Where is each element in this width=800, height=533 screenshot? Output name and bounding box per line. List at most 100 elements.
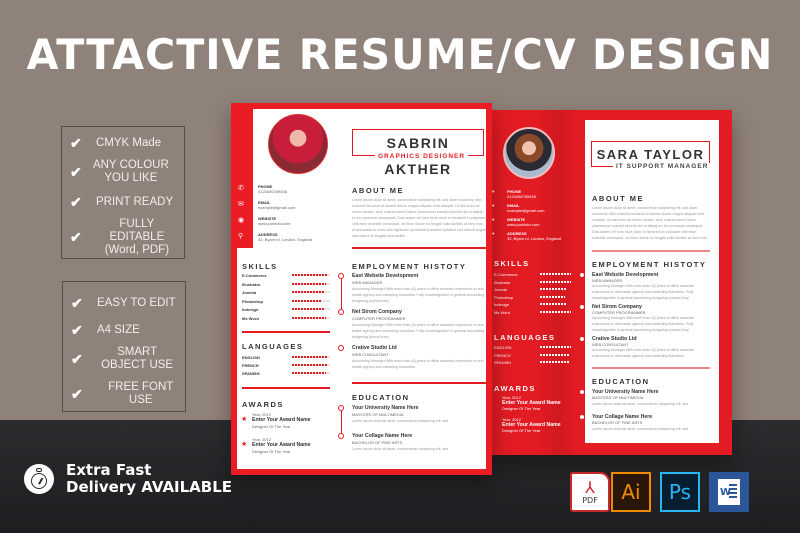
education-desc: Lorem ipsum dolor sit amet, consectetuer… (592, 402, 689, 406)
skill-bar-fill (292, 308, 325, 310)
language-bar-fill (292, 364, 329, 366)
phone-icon: ✆ (238, 185, 244, 192)
school-name: Your Collage Name Here (352, 433, 413, 439)
feature-text: EASY TO EDIT (97, 297, 176, 309)
check-icon: ✔ (71, 295, 83, 311)
features-box-1: ✔ CMYK Made ✔ ANY COLOUR YOU LIKE ✔ PRIN… (61, 126, 185, 259)
timeline-dot (338, 405, 344, 411)
check-icon: ✔ (71, 350, 83, 367)
job-desc: Accounting Manager With more than (5) ye… (352, 287, 485, 303)
education-desc: Lorem ipsum dolor sit amet, consectetuer… (352, 419, 449, 423)
divider (592, 367, 710, 369)
education-desc: Lorem ipsum dolor sit amet, consectetuer… (352, 447, 449, 451)
feature-item: ✔ ANY COLOUR YOU LIKE (70, 159, 170, 185)
check-icon: ✔ (70, 135, 82, 151)
skills-title: SKILLS (494, 259, 530, 268)
award-name: Enter Your Award Name (252, 417, 311, 423)
timeline-dot (338, 433, 344, 439)
globe-icon: • (492, 217, 495, 224)
job-position: WEB MANAGER (352, 280, 383, 285)
about-text: Lorem ipsum dolor sit amet, consectetuer… (592, 206, 707, 240)
feature-item: ✔ PRINT READY (70, 194, 173, 210)
skill-name: Ms Word (494, 309, 510, 315)
skill-bar-fill (292, 274, 329, 276)
degree: MASTERS OF MULTIMEDIA (592, 395, 644, 400)
skill-name: Photoshop (494, 294, 514, 300)
language-name: ENGLISH (494, 345, 512, 350)
contact-value: 32, Byam rd, London, England (258, 237, 313, 242)
job-desc: Accounting Manager With more than (5) ye… (352, 323, 485, 339)
feature-text: SMART OBJECT USE (101, 346, 174, 371)
check-icon: ✔ (70, 229, 82, 245)
skill-bar-fill (292, 291, 325, 293)
timeline-dot (338, 309, 344, 315)
delivery-badge: Extra Fast Delivery AVAILABLE (24, 462, 232, 496)
globe-icon: ◉ (238, 217, 245, 224)
contact-value: 32, Byam rd, London, England (507, 236, 562, 241)
timeline-line (341, 274, 342, 314)
skill-name: Illustrator (242, 281, 261, 287)
star-icon: ★ (241, 416, 248, 423)
about-title: ABOUT ME (352, 186, 404, 195)
skill-name: Photoshop (242, 298, 263, 304)
languages-title: LANGUAGES (242, 342, 304, 351)
contact-value: example@gmail.com (258, 205, 296, 210)
language-bar-fill (540, 346, 572, 348)
contact-value: example@gmail.com (507, 208, 545, 213)
check-icon: ✔ (70, 194, 82, 210)
pdf-label: PDF (582, 495, 598, 505)
award-sub: Designer Of The Year (252, 424, 291, 429)
feature-text: FULLY EDITABLE (Word, PDF) (104, 218, 170, 256)
timeline-dot (338, 345, 344, 351)
feature-item: ✔ FULLY EDITABLE (Word, PDF) (70, 218, 182, 257)
illustrator-icon: Ai (611, 472, 651, 512)
skill-bar-fill (292, 316, 327, 319)
skill-bar-fill (540, 303, 567, 305)
language-bar-fill (540, 361, 570, 363)
skill-bar-fill (292, 299, 321, 302)
language-bar-fill (292, 372, 327, 374)
skill-bar-fill (540, 310, 572, 313)
degree: BACHELOR OF FINE ARTS (352, 440, 403, 445)
education-desc: Lorem ipsum dolor sit amet, consectetuer… (592, 427, 689, 431)
language-name: FRENCH (242, 363, 259, 368)
skills-title: SKILLS (242, 262, 278, 271)
job-desc: Accounting Manager With more than (5) ye… (352, 359, 484, 369)
language-name: ENGLISH (242, 355, 260, 360)
timeline-dot (579, 304, 585, 310)
photoshop-icon: Ps (660, 472, 700, 512)
degree: MASTERS OF MULTIMEDIA (352, 412, 404, 417)
feature-item: ✔ EASY TO EDIT (71, 295, 176, 311)
resume1-role: GRAPHICS DESIGNER (375, 153, 469, 160)
degree: BACHELOR OF FINE ARTS (592, 420, 643, 425)
pdf-icon: ⅄ PDF (570, 472, 610, 512)
language-name: SPANISH (242, 371, 260, 376)
feature-text: CMYK Made (96, 137, 162, 149)
job-desc: Accounting Manager With more than (5) ye… (592, 348, 695, 358)
about-text: Lorem ipsum dolor sit amet, consectetuer… (352, 198, 486, 238)
stopwatch-icon (24, 464, 54, 494)
skill-name: Indesign (242, 307, 259, 312)
award-sub: Designer Of The Year (502, 406, 541, 411)
divider (592, 250, 710, 252)
phone-icon: • (492, 189, 495, 196)
timeline-dot (338, 273, 344, 279)
skill-name: Joomla (242, 290, 257, 295)
language-name: SPANISH (494, 360, 512, 365)
skill-bar-fill (540, 273, 572, 275)
skill-bar-fill (540, 288, 567, 290)
job-position: WEB CONSULTANT (352, 352, 389, 357)
delivery-line-1: Extra Fast (66, 461, 152, 479)
skill-name: Joomla (494, 287, 507, 292)
divider (352, 247, 486, 249)
check-icon: ✔ (70, 163, 82, 180)
language-bar-fill (292, 356, 329, 358)
skill-name: Indesign (494, 302, 510, 307)
contact-value: 0123456789456 (258, 189, 287, 194)
education-title: EDUCATION (592, 377, 650, 386)
language-bar-fill (540, 353, 570, 356)
job-company: Net Strom Company (352, 309, 402, 315)
feature-item: ✔ A4 SIZE (71, 323, 140, 337)
timeline-dot (579, 389, 585, 395)
languages-title: LANGUAGES (494, 333, 556, 342)
